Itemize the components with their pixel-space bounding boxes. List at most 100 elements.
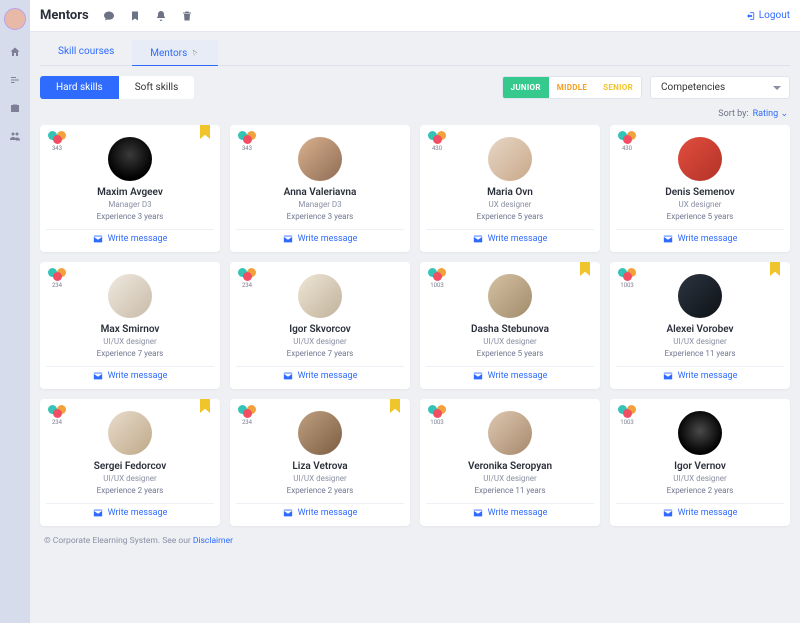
chevron-down-icon: ⌄ [780, 109, 788, 119]
badge-count: 234 [242, 419, 252, 426]
level-junior[interactable]: JUNIOR [503, 77, 549, 98]
bookmark-flag-icon[interactable] [200, 399, 210, 413]
mentor-card[interactable]: 234 Liza Vetrova UI/UX designer Experien… [230, 399, 410, 526]
mentor-avatar[interactable] [678, 274, 722, 318]
mentor-card[interactable]: 1003 Igor Vernov UI/UX designer Experien… [610, 399, 790, 526]
mentor-avatar[interactable] [488, 411, 532, 455]
level-senior[interactable]: SENIOR [595, 77, 641, 98]
write-message-label: Write message [108, 371, 168, 381]
write-message-label: Write message [298, 234, 358, 244]
bell-icon[interactable] [155, 10, 167, 22]
mentor-role: Manager D3 [298, 200, 341, 209]
write-message-button[interactable]: Write message [236, 503, 404, 520]
mentor-experience: Experience 5 years [477, 212, 544, 221]
trash-icon[interactable] [181, 10, 193, 22]
write-message-button[interactable]: Write message [616, 503, 784, 520]
sort-label: Sort by: [718, 109, 748, 119]
badge-count: 234 [52, 282, 62, 289]
logout-label: Logout [759, 10, 790, 21]
mail-icon [663, 509, 673, 517]
skill-type-toggle: Hard skills Soft skills [40, 76, 194, 99]
write-message-button[interactable]: Write message [426, 366, 594, 383]
mentor-name: Veronika Seropyan [468, 461, 552, 472]
mentor-avatar[interactable] [488, 137, 532, 181]
write-message-button[interactable]: Write message [616, 229, 784, 246]
write-message-button[interactable]: Write message [426, 229, 594, 246]
user-avatar[interactable] [4, 8, 26, 30]
mentor-name: Dasha Stebunova [471, 324, 549, 335]
write-message-button[interactable]: Write message [46, 229, 214, 246]
mentor-role: UI/UX designer [103, 337, 157, 346]
competencies-select[interactable]: Competencies [650, 76, 790, 99]
mail-icon [93, 509, 103, 517]
mail-icon [283, 509, 293, 517]
mentor-name: Maxim Avgeev [97, 187, 163, 198]
mentor-avatar[interactable] [678, 411, 722, 455]
bookmark-flag-icon[interactable] [200, 125, 210, 139]
mentor-name: Igor Skvorcov [289, 324, 351, 335]
footer: © Corporate Elearning System. See our Di… [40, 526, 790, 548]
home-icon[interactable] [9, 46, 21, 58]
hearts-badge: 234 [48, 405, 66, 426]
write-message-label: Write message [298, 371, 358, 381]
mentor-experience: Experience 7 years [97, 349, 164, 358]
mentor-card[interactable]: 430 Denis Semenov UX designer Experience… [610, 125, 790, 252]
sliders-icon[interactable] [9, 74, 21, 86]
tab-mentors[interactable]: Mentors [132, 40, 217, 66]
write-message-button[interactable]: Write message [616, 366, 784, 383]
mentor-card[interactable]: 343 Maxim Avgeev Manager D3 Experience 3… [40, 125, 220, 252]
mentor-avatar[interactable] [108, 411, 152, 455]
mentor-card[interactable]: 1003 Dasha Stebunova UI/UX designer Expe… [420, 262, 600, 389]
tab-mentors-label: Mentors [150, 48, 187, 59]
bookmark-flag-icon[interactable] [770, 262, 780, 276]
hearts-badge: 343 [48, 131, 66, 152]
bookmark-icon[interactable] [129, 10, 141, 22]
mentor-name: Alexei Vorobev [666, 324, 733, 335]
chat-icon[interactable] [103, 10, 115, 22]
mentor-avatar[interactable] [108, 137, 152, 181]
logout-icon [745, 11, 755, 21]
logout-button[interactable]: Logout [745, 10, 790, 21]
mentor-role: Manager D3 [108, 200, 151, 209]
disclaimer-link[interactable]: Disclaimer [193, 536, 233, 546]
write-message-button[interactable]: Write message [236, 366, 404, 383]
tab-skill-courses[interactable]: Skill courses [40, 40, 132, 66]
mentor-avatar[interactable] [108, 274, 152, 318]
top-bar: Mentors Logout [30, 0, 800, 32]
write-message-button[interactable]: Write message [46, 366, 214, 383]
mentor-avatar[interactable] [298, 411, 342, 455]
pill-hard-skills[interactable]: Hard skills [40, 76, 119, 99]
bookmark-flag-icon[interactable] [580, 262, 590, 276]
write-message-button[interactable]: Write message [46, 503, 214, 520]
mentor-card[interactable]: 234 Max Smirnov UI/UX designer Experienc… [40, 262, 220, 389]
mail-icon [93, 235, 103, 243]
mentor-card[interactable]: 1003 Veronika Seropyan UI/UX designer Ex… [420, 399, 600, 526]
mentor-role: UX designer [489, 200, 532, 209]
mentor-avatar[interactable] [298, 137, 342, 181]
mentor-role: UI/UX designer [673, 337, 727, 346]
write-message-button[interactable]: Write message [236, 229, 404, 246]
mail-icon [93, 372, 103, 380]
mentor-card[interactable]: 234 Sergei Fedorcov UI/UX designer Exper… [40, 399, 220, 526]
mentor-name: Liza Vetrova [292, 461, 347, 472]
bookmark-flag-icon[interactable] [390, 399, 400, 413]
level-middle[interactable]: MIDDLE [549, 77, 595, 98]
mentor-card[interactable]: 343 Anna Valeriavna Manager D3 Experienc… [230, 125, 410, 252]
badge-count: 234 [242, 282, 252, 289]
mentor-name: Maria Ovn [487, 187, 533, 198]
mentor-avatar[interactable] [298, 274, 342, 318]
mentor-role: UX designer [679, 200, 722, 209]
mentor-card[interactable]: 234 Igor Skvorcov UI/UX designer Experie… [230, 262, 410, 389]
mentor-name: Sergei Fedorcov [94, 461, 167, 472]
mentor-avatar[interactable] [488, 274, 532, 318]
write-message-button[interactable]: Write message [426, 503, 594, 520]
mail-icon [473, 372, 483, 380]
mentor-card[interactable]: 430 Maria Ovn UX designer Experience 5 y… [420, 125, 600, 252]
mentor-avatar[interactable] [678, 137, 722, 181]
mentor-card[interactable]: 1003 Alexei Vorobev UI/UX designer Exper… [610, 262, 790, 389]
pill-soft-skills[interactable]: Soft skills [119, 76, 195, 99]
mentor-experience: Experience 11 years [664, 349, 735, 358]
briefcase-icon[interactable] [9, 102, 21, 114]
users-icon[interactable] [9, 130, 21, 142]
sort-value[interactable]: Rating ⌄ [753, 109, 788, 119]
